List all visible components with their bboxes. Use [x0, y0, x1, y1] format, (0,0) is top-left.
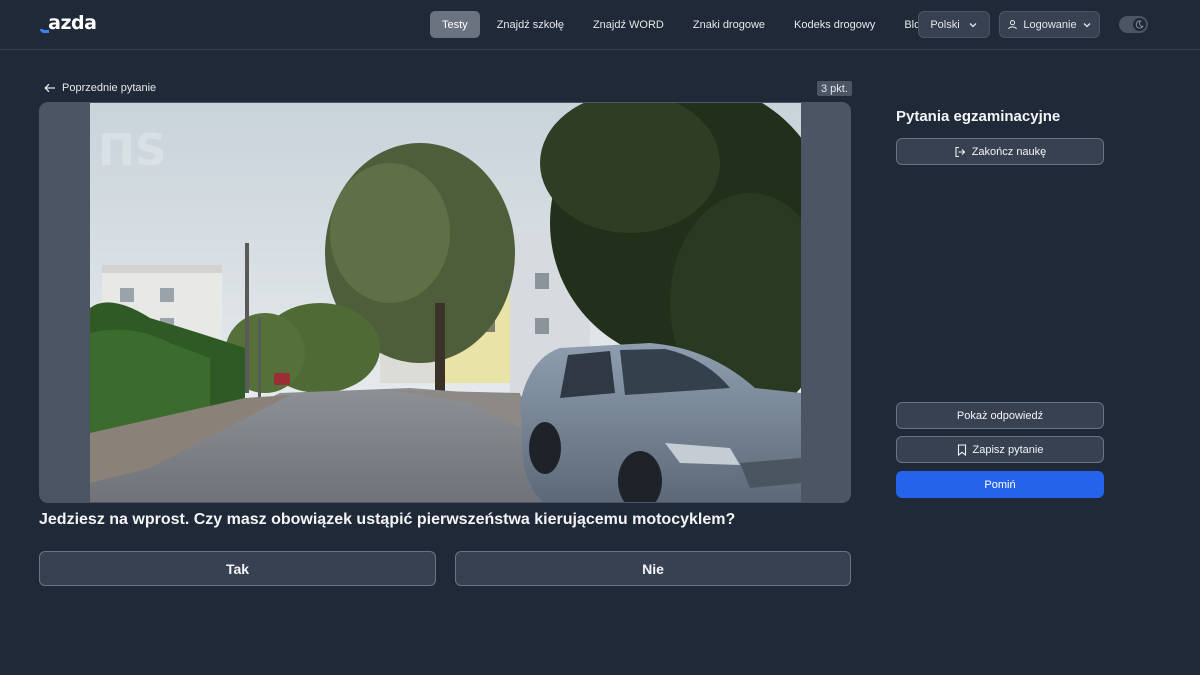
nav-item-traffic-code[interactable]: Kodeks drogowy [782, 11, 887, 38]
user-icon [1007, 19, 1018, 30]
top-header: azda Testy Znajdź szkołę Znajdź WORD Zna… [0, 0, 1200, 50]
nav-item-find-word[interactable]: Znajdź WORD [581, 11, 676, 38]
login-dropdown[interactable]: Logowanie [999, 11, 1100, 38]
logout-icon [954, 146, 966, 158]
skip-button[interactable]: Pomiń [896, 471, 1104, 498]
question-image: ΠS [90, 103, 801, 502]
previous-question-link[interactable]: Poprzednie pytanie [44, 80, 156, 96]
answer-no-button[interactable]: Nie [455, 551, 851, 586]
nav-item-testy[interactable]: Testy [430, 11, 480, 38]
moon-icon [1133, 18, 1146, 31]
main-nav: Testy Znajdź szkołę Znajdź WORD Znaki dr… [430, 11, 943, 38]
answer-yes-button[interactable]: Tak [39, 551, 436, 586]
chevron-down-icon [1082, 20, 1092, 30]
question-text: Jedziesz na wprost. Czy masz obowiązek u… [39, 511, 736, 528]
login-label: Logowanie [1023, 18, 1077, 31]
question-media-frame: ΠS [39, 102, 851, 503]
save-question-button[interactable]: Zapisz pytanie [896, 436, 1104, 463]
finish-learning-button[interactable]: Zakończ naukę [896, 138, 1104, 165]
theme-toggle[interactable] [1119, 16, 1148, 33]
show-answer-button[interactable]: Pokaż odpowiedź [896, 402, 1104, 429]
finish-learning-label: Zakończ naukę [971, 145, 1047, 158]
nav-item-find-school[interactable]: Znajdź szkołę [485, 11, 576, 38]
svg-text:ΠS: ΠS [98, 125, 167, 176]
logo-text: azda [48, 12, 97, 34]
language-dropdown[interactable]: Polski [918, 11, 990, 38]
sidebar-title: Pytania egzaminacyjne [896, 108, 1061, 125]
nav-item-road-signs[interactable]: Znaki drogowe [681, 11, 777, 38]
points-badge: 3 pkt. [817, 81, 852, 96]
logo[interactable]: azda [40, 12, 97, 34]
chevron-down-icon [968, 20, 978, 30]
logo-j [40, 12, 49, 34]
save-question-label: Zapisz pytanie [972, 443, 1044, 456]
previous-question-label: Poprzednie pytanie [62, 82, 157, 94]
language-label: Polski [930, 18, 960, 31]
bookmark-icon [957, 443, 967, 456]
skip-label: Pomiń [984, 478, 1016, 491]
arrow-left-icon [44, 83, 56, 93]
show-answer-label: Pokaż odpowiedź [956, 409, 1044, 422]
